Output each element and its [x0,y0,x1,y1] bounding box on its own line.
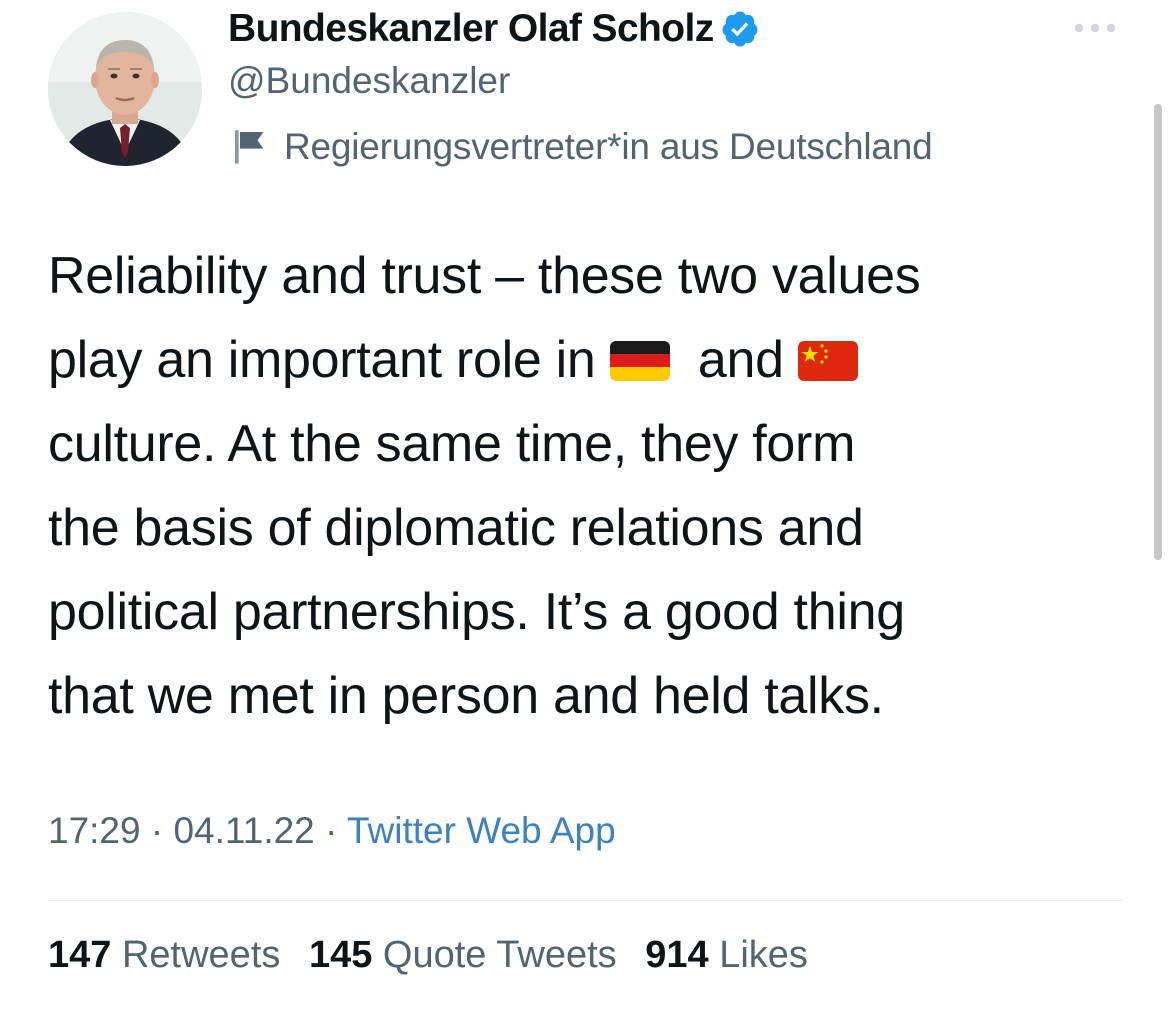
germany-flag-icon [609,341,670,381]
retweets-stat[interactable]: 147 Retweets [48,934,280,976]
author-name-row[interactable]: Bundeskanzler Olaf Scholz [228,6,760,52]
tweet-text: Reliability and trust – these two values… [48,234,1138,738]
tweet-stats: 147 Retweets 145 Quote Tweets 914 Likes [48,934,826,977]
quote-tweets-label: Quote Tweets [382,934,617,976]
more-options-icon[interactable] [1072,14,1118,42]
flag-icon [235,130,264,164]
quote-tweets-count: 145 [308,934,373,976]
retweets-count: 147 [48,934,112,976]
tweet-text-segment: and [697,331,784,389]
tweet-line: political partnerships. It’s a good thin… [48,583,905,641]
retweets-label: Retweets [121,934,281,976]
tweet-line: play an important role in and [48,318,1138,402]
verified-badge-icon [722,11,758,47]
government-label[interactable]: Regierungsvertreter*in aus Deutschland [230,124,933,170]
tweet-source-link[interactable]: Twitter Web App [347,810,616,851]
meta-separator: · [140,810,174,851]
tweet-time[interactable]: 17:29 [48,810,141,851]
tweet-line: culture. At the same time, they form [48,415,856,473]
scrollbar-thumb[interactable] [1154,104,1162,560]
meta-separator: · [314,810,347,851]
tweet-line: Reliability and trust – these two values [48,247,921,305]
likes-label: Likes [719,934,808,976]
likes-count: 914 [645,934,709,976]
government-label-text: Regierungsvertreter*in aus Deutschland [284,126,933,167]
author-display-name[interactable]: Bundeskanzler Olaf Scholz [228,7,714,51]
likes-stat[interactable]: 914 Likes [645,934,808,976]
author-handle[interactable]: @Bundeskanzler [228,60,510,102]
divider [48,900,1122,901]
tweet-line: that we met in person and held talks. [48,667,884,725]
china-flag-icon [797,341,858,381]
avatar-portrait [48,12,202,166]
tweet-meta: 17:29 · 04.11.22 · Twitter Web App [48,810,616,852]
tweet-date[interactable]: 04.11.22 [173,810,314,851]
tweet-text-segment: play an important role in [48,331,596,389]
tweet-line: the basis of diplomatic relations and [48,499,864,557]
author-avatar[interactable] [48,12,202,166]
quote-tweets-stat[interactable]: 145 Quote Tweets [309,934,617,976]
